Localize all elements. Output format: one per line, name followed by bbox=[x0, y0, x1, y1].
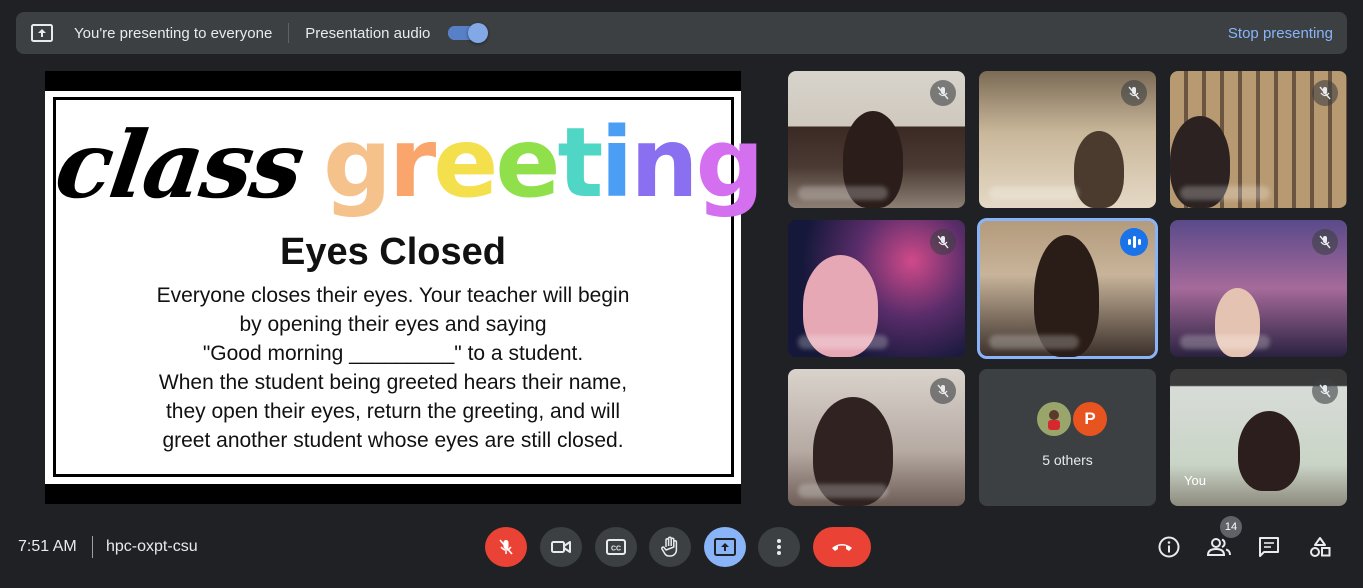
participant-name bbox=[1180, 335, 1270, 349]
camera-icon bbox=[551, 541, 571, 553]
participant-name bbox=[1180, 186, 1270, 200]
end-call-icon bbox=[832, 544, 852, 551]
meeting-code: hpc-oxpt-csu bbox=[106, 538, 198, 555]
present-screen-icon bbox=[714, 538, 736, 556]
title-word-greeting: greeting bbox=[323, 107, 765, 219]
participant-name bbox=[798, 335, 888, 349]
presentation-audio-toggle[interactable] bbox=[448, 23, 489, 43]
speaking-indicator-icon bbox=[1120, 228, 1148, 256]
participant-tile[interactable] bbox=[1170, 71, 1347, 208]
participant-tile-speaking[interactable] bbox=[977, 218, 1158, 359]
presenting-banner: You're presenting to everyone Presentati… bbox=[16, 12, 1347, 54]
title-letter: g bbox=[323, 107, 392, 219]
participant-tile[interactable] bbox=[1170, 220, 1347, 357]
title-letter: i bbox=[600, 107, 633, 219]
others-avatars: P bbox=[1037, 402, 1107, 436]
self-view-tile[interactable]: You bbox=[1170, 369, 1347, 506]
meeting-time: 7:51 AM bbox=[18, 538, 77, 555]
participant-tile[interactable] bbox=[788, 220, 965, 357]
banner-divider bbox=[288, 23, 290, 43]
title-letter: n bbox=[630, 107, 698, 219]
participant-name bbox=[989, 335, 1079, 349]
mic-off-icon bbox=[930, 229, 956, 255]
mic-off-icon bbox=[1312, 229, 1338, 255]
title-letter: e bbox=[433, 107, 498, 219]
info-icon bbox=[1158, 536, 1180, 558]
self-video bbox=[1238, 411, 1300, 491]
mic-off-icon bbox=[499, 539, 513, 555]
mic-off-icon bbox=[930, 378, 956, 404]
participant-avatar bbox=[1037, 402, 1071, 436]
shared-screen: class greeting Eyes Closed Everyone clos… bbox=[45, 71, 764, 504]
slide-line: by opening their eyes and saying bbox=[239, 313, 547, 336]
slide-line: "Good morning _________" to a student. bbox=[202, 342, 584, 365]
more-vert-icon bbox=[777, 539, 781, 555]
title-letter: r bbox=[388, 107, 436, 219]
toggle-knob bbox=[468, 23, 489, 43]
slide-line: they open their eyes, return the greetin… bbox=[165, 400, 621, 423]
others-tile[interactable]: P 5 others bbox=[979, 369, 1156, 506]
participant-name bbox=[989, 186, 1079, 200]
people-count-badge: 14 bbox=[1220, 516, 1242, 538]
presenting-message: You're presenting to everyone bbox=[74, 24, 273, 42]
others-count-label: 5 others bbox=[1042, 452, 1093, 468]
raise-hand-button[interactable] bbox=[649, 527, 691, 567]
slide-line: When the student being greeted hears the… bbox=[158, 371, 628, 394]
activities-icon bbox=[1310, 537, 1331, 557]
chat-button[interactable] bbox=[1253, 531, 1285, 563]
chat-icon bbox=[1259, 537, 1279, 557]
camera-button[interactable] bbox=[540, 527, 582, 567]
svg-text:CC: CC bbox=[611, 546, 621, 553]
slide-line: Everyone closes their eyes. Your teacher… bbox=[156, 284, 630, 307]
closed-captions-icon: CC bbox=[606, 539, 626, 555]
title-word-class: class bbox=[49, 111, 309, 219]
meeting-details-button[interactable] bbox=[1153, 531, 1185, 563]
bottom-toolbar: 7:51 AM hpc-oxpt-csu CC 14 bbox=[0, 512, 1363, 588]
microphone-button[interactable] bbox=[485, 527, 527, 567]
activities-button[interactable] bbox=[1304, 531, 1336, 563]
toolbar-divider bbox=[92, 536, 93, 558]
mic-off-icon bbox=[1312, 378, 1338, 404]
participant-name bbox=[798, 186, 888, 200]
title-letter: g bbox=[695, 107, 765, 219]
you-label: You bbox=[1184, 473, 1206, 488]
mic-off-icon bbox=[930, 80, 956, 106]
title-letter: t bbox=[557, 107, 603, 219]
participant-tile[interactable] bbox=[788, 369, 965, 506]
slide-body: Everyone closes their eyes. Your teacher… bbox=[45, 281, 741, 455]
more-options-button[interactable] bbox=[758, 527, 800, 567]
slide-line: greet another student whose eyes are sti… bbox=[162, 429, 624, 452]
captions-button[interactable]: CC bbox=[595, 527, 637, 567]
participant-name bbox=[798, 484, 888, 498]
present-now-button[interactable] bbox=[704, 527, 746, 567]
present-screen-icon bbox=[30, 21, 54, 45]
participant-tile[interactable] bbox=[788, 71, 965, 208]
slide-content: class greeting Eyes Closed Everyone clos… bbox=[45, 91, 764, 484]
participant-video bbox=[1074, 131, 1124, 208]
mic-off-icon bbox=[1121, 80, 1147, 106]
people-icon bbox=[1206, 538, 1231, 556]
participant-avatar: P bbox=[1073, 402, 1107, 436]
slide-heading: Eyes Closed bbox=[280, 231, 506, 273]
hand-icon bbox=[661, 536, 678, 557]
stop-presenting-button[interactable]: Stop presenting bbox=[1228, 25, 1333, 42]
title-letter: e bbox=[495, 107, 560, 219]
participant-tile[interactable] bbox=[979, 71, 1156, 208]
leave-call-button[interactable] bbox=[813, 527, 871, 567]
presentation-audio-label: Presentation audio bbox=[305, 24, 431, 42]
mic-off-icon bbox=[1312, 80, 1338, 106]
slide-title: class greeting bbox=[49, 101, 765, 219]
